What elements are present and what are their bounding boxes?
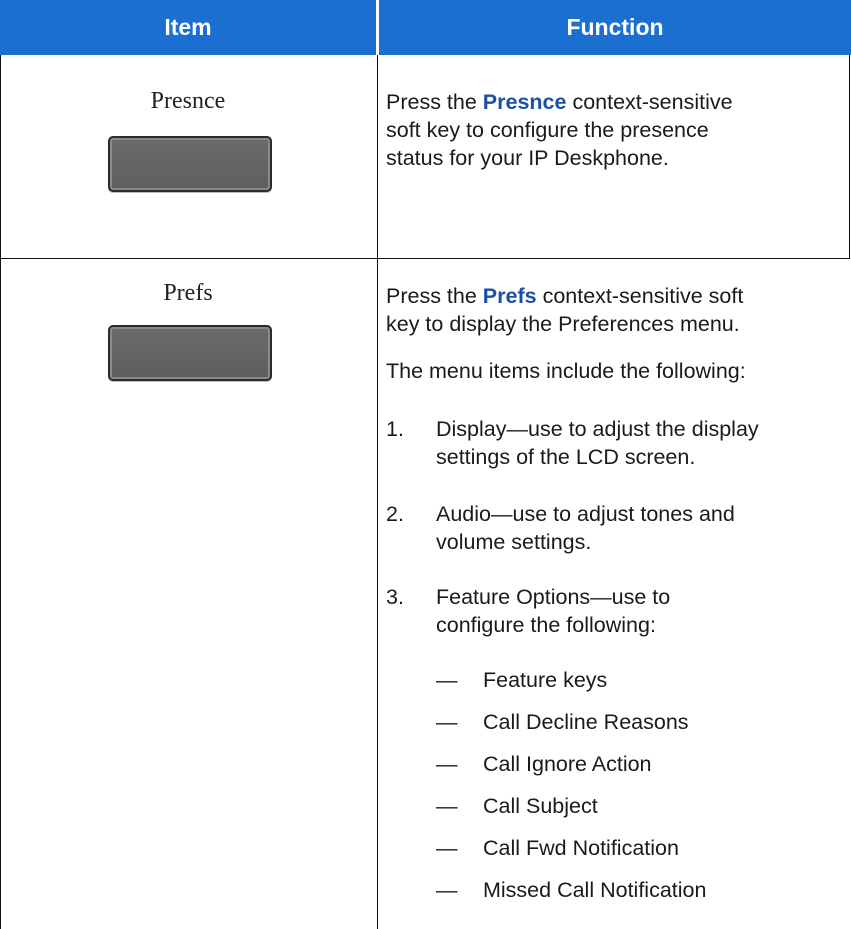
em-dash: — bbox=[436, 752, 458, 776]
item-text: settings of the LCD screen. bbox=[436, 445, 696, 469]
table-border-left bbox=[0, 55, 1, 929]
em-dash: — bbox=[436, 836, 458, 860]
description-text: context-sensitive soft bbox=[536, 284, 744, 308]
presnce-description: Press the Presnce context-sensitive soft… bbox=[386, 88, 838, 172]
description-text: soft key to configure the presence bbox=[386, 118, 709, 142]
description-text: Press the bbox=[386, 284, 483, 308]
item-text: volume settings. bbox=[436, 530, 592, 554]
presnce-softkey-button[interactable] bbox=[108, 136, 272, 192]
row-divider bbox=[0, 258, 850, 259]
table-border-right-row2 bbox=[849, 259, 850, 929]
item-number: 3. bbox=[386, 585, 404, 609]
item-text: Display—use to adjust the display bbox=[436, 417, 759, 441]
menu-intro: The menu items include the following: bbox=[386, 359, 746, 383]
sub-item-text: Call Subject bbox=[483, 794, 598, 818]
description-text: status for your IP Deskphone. bbox=[386, 146, 669, 170]
em-dash: — bbox=[436, 794, 458, 818]
header-item: Item bbox=[0, 0, 376, 55]
em-dash: — bbox=[436, 710, 458, 734]
header-function: Function bbox=[379, 0, 851, 55]
item-text: Audio—use to adjust tones and bbox=[436, 502, 735, 526]
item-number: 1. bbox=[386, 417, 404, 441]
description-text: context-sensitive bbox=[566, 90, 733, 114]
item-number: 2. bbox=[386, 502, 404, 526]
sub-item-text: Call Fwd Notification bbox=[483, 836, 679, 860]
description-text: key to display the Preferences menu. bbox=[386, 312, 740, 336]
em-dash: — bbox=[436, 668, 458, 692]
item-label-presnce: Presnce bbox=[150, 88, 226, 114]
prefs-softkey-button[interactable] bbox=[108, 325, 272, 381]
table-border-right-row1 bbox=[849, 55, 850, 259]
sub-item-text: Feature keys bbox=[483, 668, 608, 692]
sub-item-text: Missed Call Notification bbox=[483, 878, 707, 902]
column-divider bbox=[377, 55, 378, 929]
sub-item-text: Call Ignore Action bbox=[483, 752, 652, 776]
item-text: Feature Options—use to bbox=[436, 585, 671, 609]
description-text: Press the bbox=[386, 90, 483, 114]
function-table: Item Function Presnce Press the Presnce … bbox=[0, 0, 851, 929]
table-header: Item Function bbox=[0, 0, 851, 55]
em-dash: — bbox=[436, 878, 458, 902]
sub-item-text: Call Decline Reasons bbox=[483, 710, 689, 734]
item-text: configure the following: bbox=[436, 613, 656, 637]
item-label-prefs: Prefs bbox=[163, 280, 213, 306]
prefs-description: Press the Prefs context-sensitive soft k… bbox=[386, 282, 838, 338]
presnce-keyword: Presnce bbox=[482, 90, 567, 114]
prefs-keyword: Prefs bbox=[482, 284, 537, 308]
